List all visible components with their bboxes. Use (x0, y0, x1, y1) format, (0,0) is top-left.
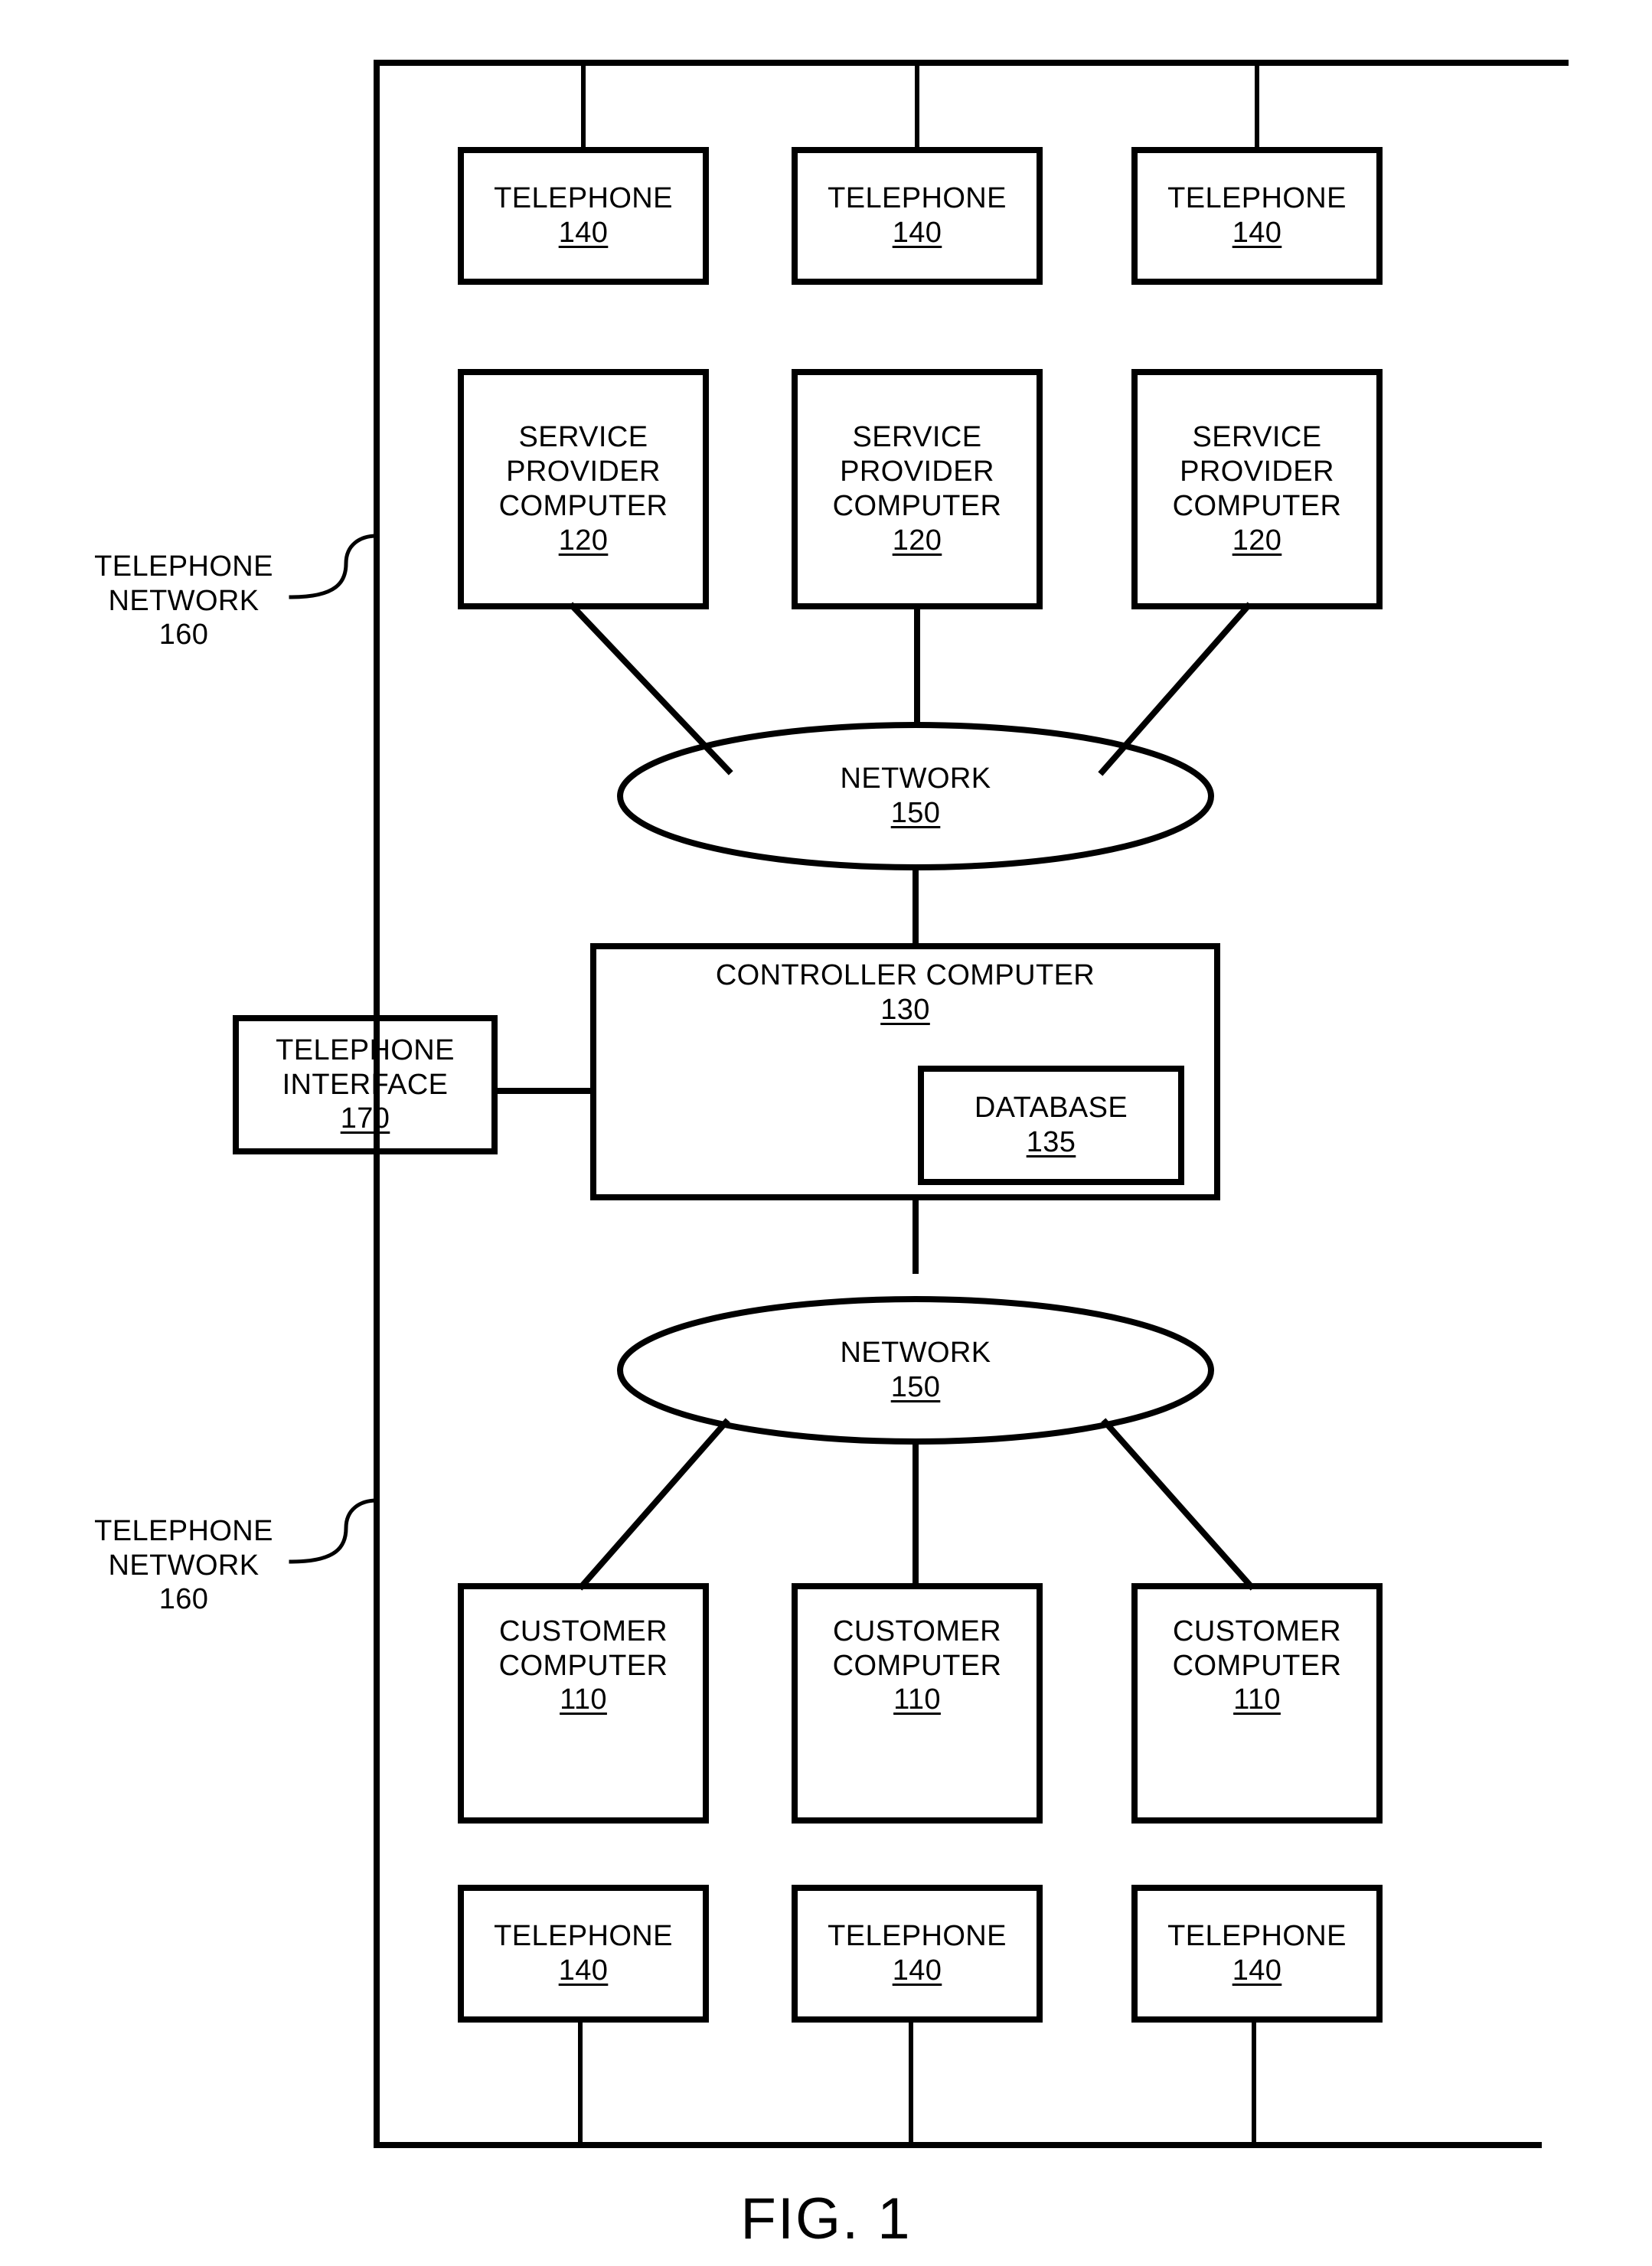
service-provider-box-1 (458, 369, 709, 609)
customer-computer-box-3 (1131, 1583, 1383, 1824)
network-ellipse-bottom (617, 1296, 1214, 1445)
customer-computer-box-2 (792, 1583, 1043, 1824)
telephone-bottom-box-3 (1131, 1885, 1383, 2023)
connector-network-bottom-to-customer-1 (577, 1418, 730, 1591)
telephone-interface-box (233, 1015, 498, 1154)
figure-caption: FIG. 1 (740, 2186, 912, 2251)
service-provider-box-2 (792, 369, 1043, 609)
diagram-geometry (233, 60, 1569, 2148)
database-box (918, 1066, 1184, 1185)
leader-line-telephone-network-upper (289, 534, 379, 599)
customer-computer-box-1 (458, 1583, 709, 1824)
leader-line-telephone-network-lower (289, 1498, 379, 1564)
telephone-top-box-3 (1131, 147, 1383, 285)
telephone-bottom-box-1 (458, 1885, 709, 2023)
telephone-top-box-1 (458, 147, 709, 285)
patent-figure: TELEPHONE NETWORK 160 TELEPHONE NETWORK … (0, 0, 1652, 2266)
network-ellipse-top (617, 722, 1214, 870)
connector-network-bottom-to-customer-3 (1101, 1418, 1255, 1591)
service-provider-box-3 (1131, 369, 1383, 609)
telephone-bottom-box-2 (792, 1885, 1043, 2023)
telephone-top-box-2 (792, 147, 1043, 285)
